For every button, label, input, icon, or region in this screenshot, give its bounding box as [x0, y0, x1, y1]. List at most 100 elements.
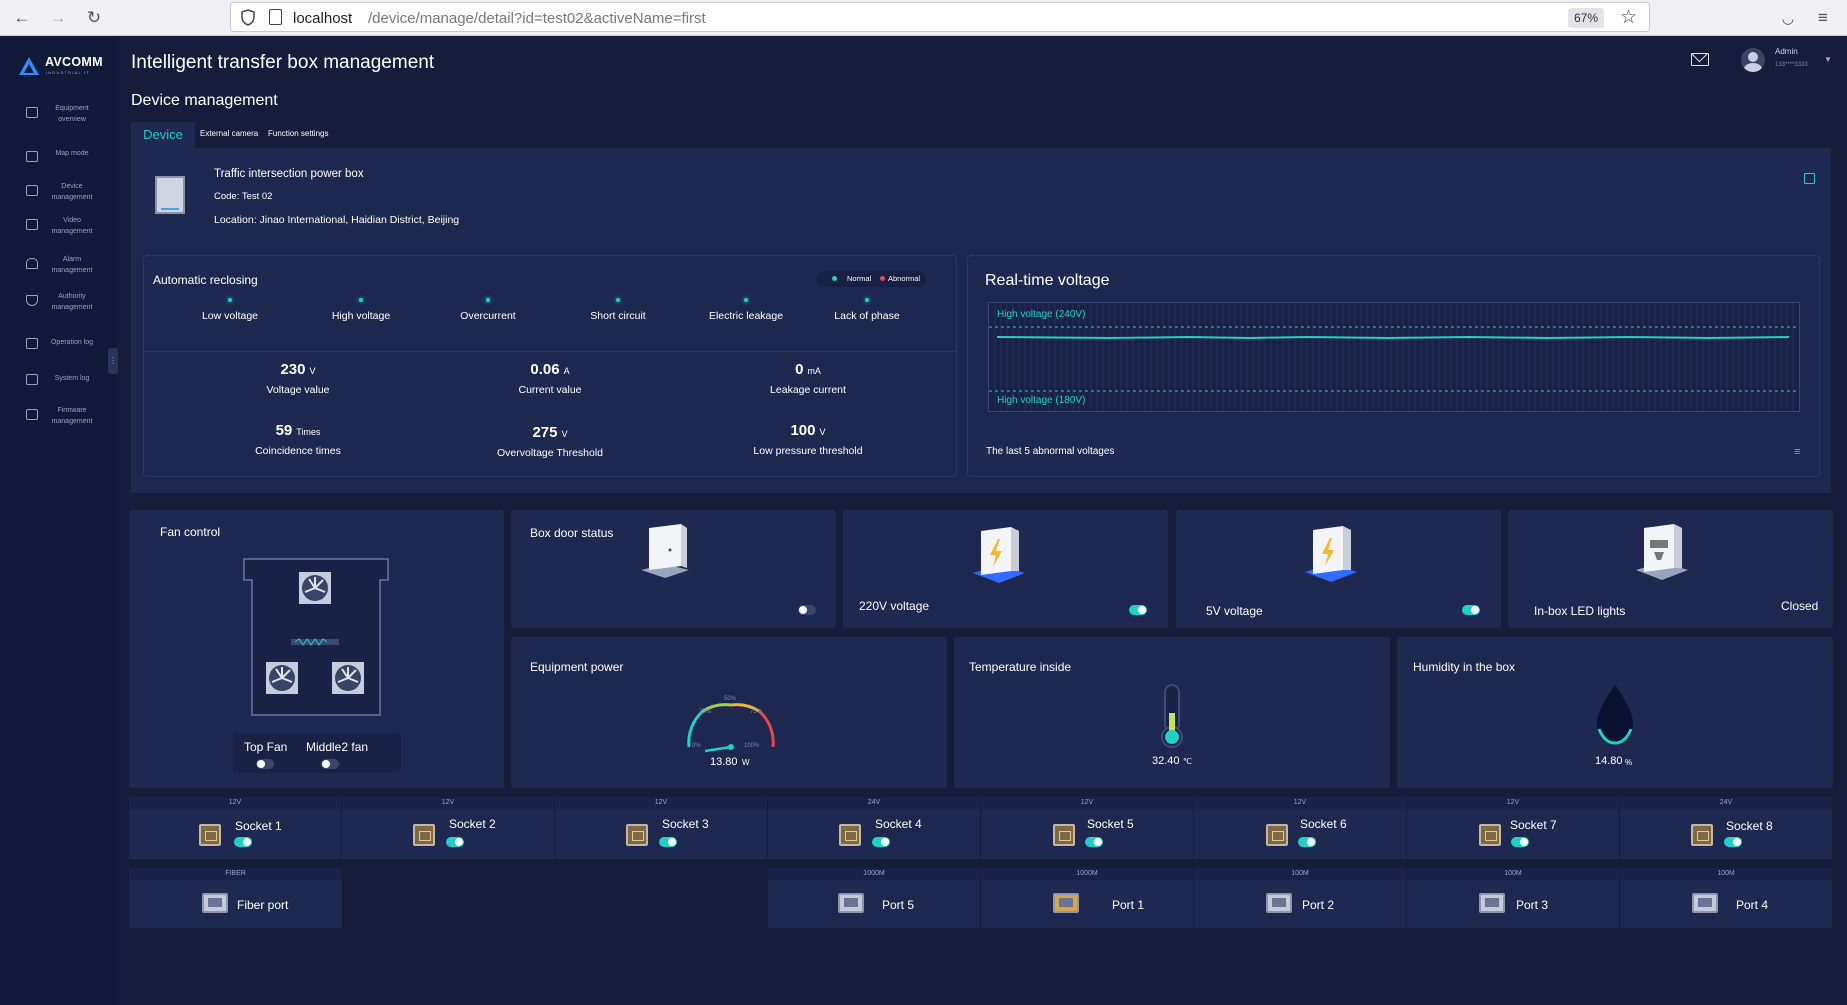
socket-5-toggle[interactable] — [1085, 837, 1103, 847]
voltage-box-icon — [1305, 526, 1357, 582]
reload-icon[interactable]: ↻ — [82, 6, 106, 30]
forward-icon[interactable]: → — [46, 6, 70, 30]
gauge-needle — [704, 745, 732, 753]
temperature-value: 32.40 — [1152, 755, 1180, 767]
device-location: Location: Jinao International, Haidian D… — [214, 214, 460, 226]
monitor-icon — [26, 107, 38, 118]
top-fan-toggle[interactable] — [256, 759, 274, 769]
tab-function-settings[interactable]: Function settings — [268, 129, 328, 138]
sidebar-collapse-handle[interactable]: ⋮ — [108, 348, 118, 374]
5v-toggle[interactable] — [1462, 605, 1480, 615]
ethernet-port-icon — [1053, 893, 1079, 913]
mail-icon[interactable] — [1691, 53, 1709, 66]
list-icon[interactable]: ≡ — [1794, 446, 1800, 458]
socket-label: Socket 8 — [1726, 819, 1773, 833]
220v-toggle[interactable] — [1129, 605, 1147, 615]
middle-fan-toggle[interactable] — [321, 759, 339, 769]
card-title: Equipment power — [530, 660, 624, 674]
port-header: 100M — [1620, 868, 1832, 880]
avatar[interactable] — [1741, 48, 1765, 72]
card-title: In-box LED lights — [1534, 604, 1626, 618]
sidebar-item-authority-management[interactable]: Authority management — [26, 291, 106, 319]
automatic-reclosing-card: Automatic reclosing Normal Abnormal Low … — [143, 255, 957, 477]
sidebar-item-operation-log[interactable]: Operation log — [26, 334, 106, 362]
url-host: localhost — [293, 10, 353, 27]
bookmark-star-icon[interactable]: ☆ — [1620, 6, 1637, 29]
ethernet-port-icon — [1266, 893, 1292, 913]
menu-icon[interactable]: ≡ — [1811, 6, 1835, 30]
socket-1-toggle[interactable] — [234, 837, 252, 847]
fiber-port: FIBER Fiber port — [129, 868, 342, 928]
tab-external-camera[interactable]: External camera — [200, 129, 258, 138]
socket-voltage: 12V — [1194, 797, 1406, 809]
status-electric-leakage: Electric leakage — [691, 298, 801, 322]
port-header: 100M — [1407, 868, 1619, 880]
abnormal-voltages-link[interactable]: The last 5 abnormal voltages — [986, 446, 1114, 457]
back-icon[interactable]: ← — [10, 6, 34, 30]
voltage-chart-svg — [989, 303, 1799, 411]
zoom-level[interactable]: 67% — [1567, 8, 1604, 28]
port-label: Fiber port — [237, 898, 289, 912]
map-icon — [26, 151, 38, 162]
high-threshold-label: High voltage (240V) — [997, 309, 1086, 320]
chart-grid — [994, 303, 1794, 411]
metric-coincidence-times: 59 Times Coincidence times — [255, 422, 341, 457]
socket-6-toggle[interactable] — [1298, 837, 1316, 847]
sidebar-item-firmware-management[interactable]: Firmware management — [26, 405, 106, 433]
port-label: Port 3 — [1516, 898, 1549, 912]
voltage-line — [996, 335, 1790, 340]
address-bar[interactable]: localhost /device/manage/detail?id=test0… — [230, 2, 1650, 32]
socket-3-toggle[interactable] — [659, 837, 677, 847]
led-status: Closed — [1781, 599, 1819, 613]
socket-8-toggle[interactable] — [1724, 837, 1742, 847]
status-high-voltage: High voltage — [306, 298, 416, 322]
socket-2-toggle[interactable] — [446, 837, 464, 847]
socket-voltage: 12V — [981, 797, 1193, 809]
shield-icon[interactable] — [241, 9, 255, 26]
pocket-icon[interactable]: ◡ — [1776, 6, 1800, 30]
tab-device[interactable]: Device — [131, 122, 195, 148]
video-icon — [26, 219, 38, 230]
abnormal-dot-icon — [880, 276, 885, 281]
device-code: Code: Test 02 — [214, 191, 273, 202]
power-value: 13.80 — [710, 756, 738, 768]
middle-fan-label: Middle2 fan — [306, 740, 369, 754]
chevron-down-icon[interactable]: ▼ — [1824, 55, 1832, 64]
fan-toggle-panel: Top Fan Middle2 fan — [233, 733, 401, 773]
power-unit: W — [742, 758, 750, 767]
sidebar-item-video-management[interactable]: Video management — [26, 215, 106, 243]
logo-text: AVCOMM — [45, 55, 103, 69]
real-time-voltage-card: Real-time voltage High voltage (240V) Hi… — [967, 255, 1820, 477]
sidebar-item-equipment-overview[interactable]: Equipment overview — [26, 103, 106, 131]
gauge-tick: 25% — [699, 709, 712, 715]
led-lights-card: In-box LED lights Closed — [1508, 510, 1833, 628]
sidebar-item-map-mode[interactable]: Map mode — [26, 147, 106, 175]
temperature-card: Temperature inside 32.40 ℃ — [954, 637, 1390, 788]
gauge-tick: 50% — [724, 696, 737, 702]
equipment-power-card: Equipment power 0% 25% 50% 75% 100% 13.8… — [511, 637, 947, 788]
card-title: Fan control — [160, 525, 221, 539]
socket-4-toggle[interactable] — [872, 837, 890, 847]
device-name: Traffic intersection power box — [214, 168, 364, 180]
sidebar-item-device-management[interactable]: Device management — [26, 181, 106, 209]
status-lack-of-phase: Lack of phase — [812, 298, 922, 322]
status-dot-icon — [744, 298, 748, 302]
port-header: 1000M — [768, 868, 980, 880]
logo-subtext: INDUSTRIAL IT — [46, 70, 90, 75]
port-label: Port 2 — [1302, 898, 1335, 912]
box-door-toggle[interactable] — [798, 605, 816, 615]
socket-icon — [199, 824, 221, 846]
user-name[interactable]: Admin — [1775, 47, 1798, 56]
power-box-image — [155, 176, 185, 214]
fan-control-card: Fan control Top Fan Middle2 fan — [129, 510, 504, 788]
edit-icon[interactable] — [1804, 173, 1815, 184]
sidebar-item-alarm-management[interactable]: Alarm management — [26, 254, 106, 282]
status-dot-icon — [865, 298, 869, 302]
socket-label: Socket 1 — [235, 819, 282, 833]
card-title: 5V voltage — [1206, 604, 1263, 618]
port-label: Port 4 — [1736, 898, 1769, 912]
port-header: FIBER — [129, 868, 342, 880]
socket-voltage: 24V — [768, 797, 980, 809]
socket-7-toggle[interactable] — [1511, 837, 1529, 847]
sidebar-item-system-log[interactable]: System log — [26, 370, 106, 398]
